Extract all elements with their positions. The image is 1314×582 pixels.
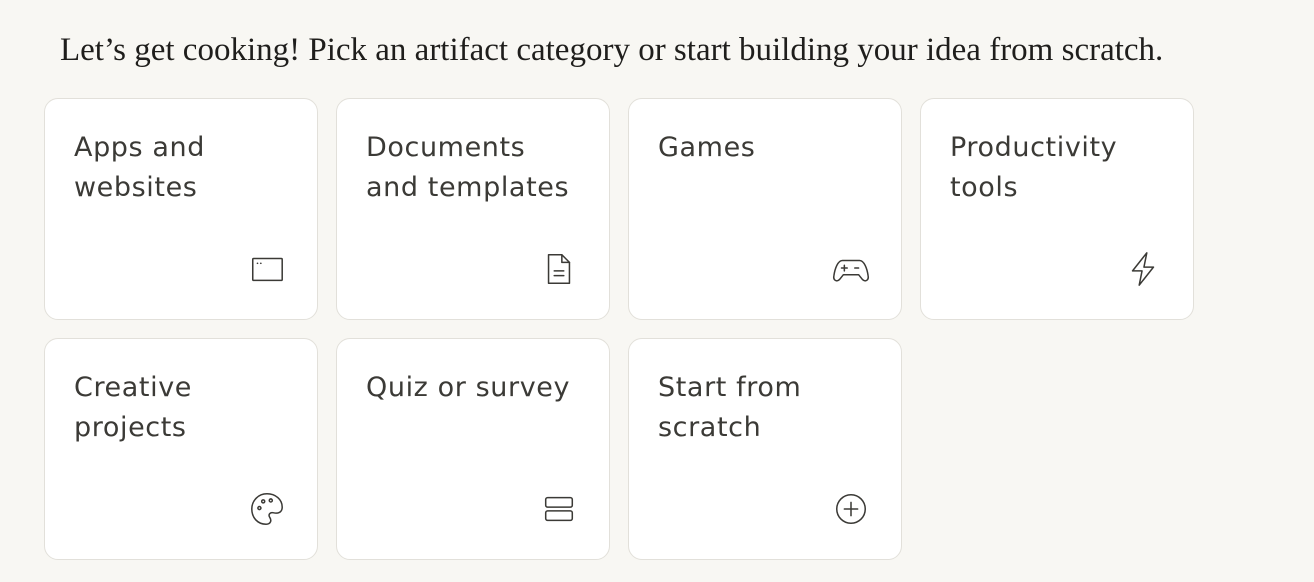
card-label: Creative projects — [74, 372, 192, 443]
category-card-creative-projects[interactable]: Creative projects — [44, 338, 318, 560]
category-card-apps-and-websites[interactable]: Apps and websites — [44, 98, 318, 320]
intro-heading: Let’s get cooking! Pick an artifact cate… — [60, 32, 1164, 68]
category-card-documents-and-templates[interactable]: Documents and templates — [336, 98, 610, 320]
card-label: Apps and websites — [74, 132, 205, 203]
category-card-start-from-scratch[interactable]: Start from scratch — [628, 338, 902, 560]
category-card-games[interactable]: Games — [628, 98, 902, 320]
category-card-quiz-or-survey[interactable]: Quiz or survey — [336, 338, 610, 560]
card-label: Games — [658, 132, 756, 163]
category-card-productivity-tools[interactable]: Productivity tools — [920, 98, 1194, 320]
lightning-icon — [1123, 249, 1163, 289]
palette-icon — [247, 489, 287, 529]
document-icon — [539, 249, 579, 289]
plus-circle-icon — [831, 489, 871, 529]
card-label: Productivity tools — [950, 132, 1118, 203]
card-label: Quiz or survey — [366, 372, 571, 403]
card-label: Start from scratch — [658, 372, 802, 443]
gamepad-icon — [831, 249, 871, 289]
stacked-rows-icon — [539, 489, 579, 529]
app-window-icon — [247, 249, 287, 289]
card-label: Documents and templates — [366, 132, 570, 203]
